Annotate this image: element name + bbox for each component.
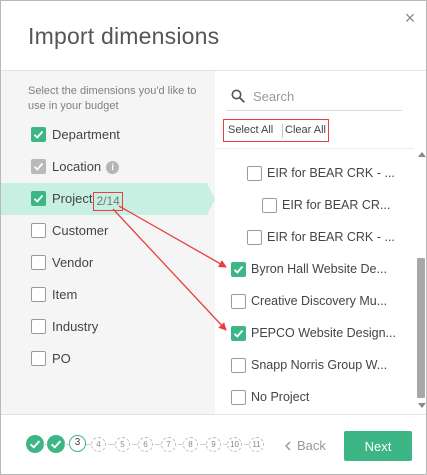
- project-value-label: EIR for BEAR CR...: [282, 198, 391, 212]
- select-clear-separator: [282, 124, 283, 138]
- dimension-checkbox[interactable]: [31, 223, 46, 238]
- dimension-row[interactable]: Vendor: [1, 247, 215, 279]
- project-value-label: EIR for BEAR CRK - ...: [267, 166, 395, 180]
- chevron-left-icon: [284, 438, 291, 453]
- selection-count-badge: 2/14: [93, 192, 123, 211]
- step-indicator: 10: [227, 437, 242, 452]
- dimension-label: Customer: [52, 223, 108, 238]
- dimension-label: Project 2/14: [52, 191, 123, 211]
- dimension-row[interactable]: Department: [1, 119, 215, 151]
- dimension-label: Vendor: [52, 255, 93, 270]
- back-button[interactable]: Back: [284, 438, 326, 453]
- project-value-label: No Project: [251, 390, 310, 404]
- back-button-label: Back: [297, 438, 326, 453]
- dialog-title: Import dimensions: [28, 23, 220, 49]
- search-underline: [226, 110, 402, 111]
- project-value-item[interactable]: EIR for BEAR CRK - ...: [247, 225, 417, 251]
- dimension-label-text: PO: [52, 351, 71, 366]
- dimension-label: PO: [52, 351, 71, 366]
- info-icon[interactable]: i: [106, 161, 120, 174]
- project-value-item[interactable]: PEPCO Website Design...: [231, 321, 401, 347]
- import-dimensions-dialog: × Import dimensions Select the dimension…: [0, 0, 427, 475]
- project-value-item[interactable]: Snapp Norris Group W...: [231, 353, 401, 379]
- dimension-label: Item: [52, 287, 77, 302]
- project-value-checkbox[interactable]: [231, 262, 246, 277]
- project-value-label: PEPCO Website Design...: [251, 326, 396, 340]
- project-value-checkbox[interactable]: [231, 326, 246, 341]
- footer-divider: [1, 414, 426, 415]
- scrollbar[interactable]: [416, 148, 426, 414]
- step-indicator: 4: [91, 437, 106, 452]
- scrollbar-thumb[interactable]: [417, 258, 425, 398]
- project-value-checkbox[interactable]: [231, 358, 246, 373]
- project-value-item[interactable]: Byron Hall Website De...: [231, 257, 401, 283]
- dimension-label: Location i: [52, 159, 120, 174]
- project-value-checkbox[interactable]: [231, 294, 246, 309]
- dimension-label-text: Project: [52, 191, 93, 206]
- dimension-checkbox: [31, 159, 46, 174]
- select-all-button[interactable]: Select All: [228, 124, 273, 136]
- dimension-label-text: Industry: [52, 319, 99, 334]
- list-divider: [215, 148, 414, 149]
- instructions-text: Select the dimensions you'd like to use …: [28, 85, 197, 112]
- dimension-label-text: Department: [52, 127, 120, 142]
- step-indicator: 8: [183, 437, 198, 452]
- project-value-checkbox[interactable]: [231, 390, 246, 405]
- values-panel: Select All Clear All EIR for BEAR CRK - …: [215, 71, 426, 414]
- dimension-label: Industry: [52, 319, 98, 334]
- dimension-row[interactable]: Project 2/14: [1, 183, 215, 215]
- project-value-label: Creative Discovery Mu...: [251, 294, 388, 308]
- project-value-checkbox[interactable]: [262, 198, 277, 213]
- close-icon[interactable]: ×: [401, 9, 419, 27]
- dimension-row[interactable]: Item: [1, 279, 215, 311]
- step-indicator: 11: [249, 437, 264, 452]
- search-icon: [231, 89, 245, 108]
- project-value-item[interactable]: No Project: [231, 385, 401, 411]
- dimension-label-text: Location: [52, 159, 102, 174]
- dimension-label-text: Customer: [52, 223, 109, 238]
- dimension-row[interactable]: Customer: [1, 215, 215, 247]
- project-value-label: EIR for BEAR CRK - ...: [267, 230, 395, 244]
- step-indicator: 5: [115, 437, 130, 452]
- dimensions-panel: Select the dimensions you'd like to use …: [1, 71, 215, 414]
- dimension-label-text: Vendor: [52, 255, 94, 270]
- step-indicator: 9: [206, 437, 221, 452]
- scroll-up-arrow-icon[interactable]: [418, 152, 426, 157]
- step-complete-icon: [47, 435, 65, 453]
- search-input[interactable]: [253, 85, 398, 107]
- step-connector: [108, 444, 115, 445]
- step-indicator: 6: [138, 437, 153, 452]
- select-clear-group: Select All Clear All: [223, 119, 329, 142]
- project-value-item[interactable]: Creative Discovery Mu...: [231, 289, 401, 315]
- clear-all-button[interactable]: Clear All: [285, 124, 326, 136]
- dimension-row[interactable]: PO: [1, 343, 215, 375]
- dimension-label: Department: [52, 127, 120, 142]
- step-complete-icon: [26, 435, 44, 453]
- step-indicator: 7: [161, 437, 176, 452]
- scroll-down-arrow-icon[interactable]: [418, 403, 426, 408]
- dimension-row[interactable]: Industry: [1, 311, 215, 343]
- dimension-checkbox[interactable]: [31, 127, 46, 142]
- dimension-checkbox[interactable]: [31, 319, 46, 334]
- project-value-item[interactable]: EIR for BEAR CRK - ...: [247, 161, 417, 187]
- project-value-checkbox[interactable]: [247, 230, 262, 245]
- project-value-item[interactable]: EIR for BEAR CR...: [262, 193, 426, 219]
- step-indicator: 3: [69, 435, 86, 452]
- dimension-label-text: Item: [52, 287, 78, 302]
- next-button[interactable]: Next: [344, 431, 412, 461]
- dimension-row[interactable]: Location i: [1, 151, 215, 183]
- project-value-label: Byron Hall Website De...: [251, 262, 387, 276]
- dimension-checkbox[interactable]: [31, 351, 46, 366]
- dimension-checkbox[interactable]: [31, 255, 46, 270]
- project-value-label: Snapp Norris Group W...: [251, 358, 388, 372]
- project-value-checkbox[interactable]: [247, 166, 262, 181]
- dimension-checkbox[interactable]: [31, 287, 46, 302]
- dimension-checkbox[interactable]: [31, 191, 46, 206]
- active-row-pointer: [207, 183, 215, 215]
